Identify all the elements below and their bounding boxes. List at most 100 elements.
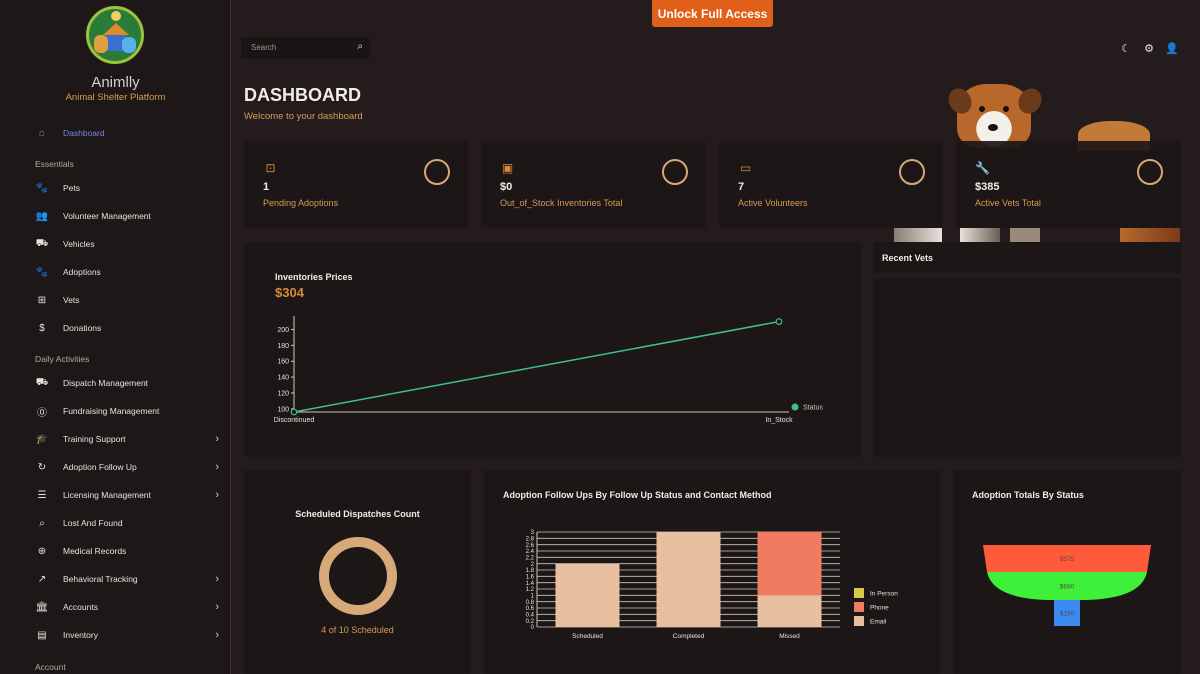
- dog-image: [960, 228, 1000, 242]
- progress-ring: [899, 159, 925, 185]
- archive-icon: ▤: [37, 629, 47, 641]
- animlly-logo[interactable]: [86, 6, 144, 64]
- recent-vets-list: [873, 278, 1181, 457]
- dark-mode-icon[interactable]: ☾: [1119, 41, 1133, 55]
- sidebar-item-label: Dispatch Management: [63, 378, 149, 388]
- bar-segment: [757, 595, 822, 627]
- legend-label: In Person: [870, 591, 898, 598]
- funnel-label: $150: [1060, 611, 1075, 618]
- sidebar-item-behavioral-tracking[interactable]: ↗ Behavioral Tracking ›: [35, 569, 225, 589]
- y-tick-label: 3: [531, 530, 535, 536]
- x-tick-label: Discontinued: [274, 417, 315, 424]
- y-tick-label: 1.2: [526, 587, 535, 593]
- unlock-full-access-button[interactable]: Unlock Full Access: [652, 0, 773, 27]
- stat-label: Active Vets Total: [975, 198, 1041, 208]
- sidebar-item-dispatch-management[interactable]: ⛟ Dispatch Management: [35, 373, 225, 393]
- sidebar-item-fundraising-management[interactable]: ⓪ Fundraising Management: [35, 401, 225, 421]
- legend-label: Email: [870, 619, 887, 626]
- user-icon[interactable]: 👤: [1165, 41, 1179, 55]
- paw-icon: 🐾: [35, 266, 49, 278]
- progress-ring: [1137, 159, 1163, 185]
- sidebar-item-label: Inventory: [63, 630, 98, 640]
- dog-eye: [979, 106, 985, 112]
- stat-label: Pending Adoptions: [263, 198, 339, 208]
- logo-roof: [103, 23, 129, 35]
- funnel-label: $575: [1060, 556, 1075, 563]
- y-tick-label: 0.2: [526, 619, 535, 625]
- sidebar-item-label: Training Support: [63, 434, 126, 444]
- sidebar-item-inventory[interactable]: ▤ Inventory ›: [35, 625, 225, 645]
- search-input[interactable]: Search ⌕: [241, 37, 370, 59]
- progress-ring: [424, 159, 450, 185]
- y-tick-label: 0: [531, 625, 535, 631]
- stat-value: $0: [500, 181, 513, 193]
- money-icon: ▣: [501, 160, 514, 175]
- truck-icon: ⛟: [35, 376, 49, 388]
- sidebar-item-vets[interactable]: ⊞ Vets: [35, 290, 225, 310]
- gear-icon[interactable]: ⚙: [1142, 41, 1156, 55]
- sidebar-item-label: Dashboard: [63, 128, 105, 138]
- recent-vets-header: Recent Vets: [873, 242, 1181, 273]
- stat-value: 1: [263, 181, 270, 193]
- dog-image: [1010, 228, 1040, 242]
- search-icon[interactable]: ⌕: [357, 41, 363, 52]
- people-icon: 👥: [35, 210, 49, 222]
- data-point: [775, 318, 783, 325]
- stat-card-active-vets[interactable]: 🔧 $385 Active Vets Total: [956, 141, 1181, 228]
- sidebar-item-label: Donations: [63, 323, 102, 333]
- bar-segment: [555, 563, 620, 627]
- sidebar-item-adoption-follow-up[interactable]: ↻ Adoption Follow Up ›: [35, 457, 225, 477]
- sidebar-item-accounts[interactable]: 🏛 Accounts ›: [35, 597, 225, 617]
- logo-cat: [122, 37, 136, 53]
- sidebar-item-pets[interactable]: 🐾 Pets: [35, 178, 225, 198]
- data-point: [290, 408, 298, 416]
- dog-ear: [1013, 84, 1047, 118]
- refresh-icon: ↻: [37, 461, 47, 473]
- sidebar-item-adoptions[interactable]: 🐾 Adoptions: [35, 262, 225, 282]
- stacked-bar-chart: 00.20.40.60.811.21.41.61.822.22.42.62.83…: [526, 530, 899, 640]
- sidebar-item-label: Vehicles: [63, 239, 95, 249]
- home-icon: ⌂: [38, 127, 46, 139]
- dog-image: [1120, 228, 1180, 242]
- sidebar-item-training-support[interactable]: 🎓 Training Support ›: [35, 429, 225, 449]
- sidebar-item-medical-records[interactable]: ⊕ Medical Records: [35, 541, 225, 561]
- sidebar-item-donations[interactable]: $ Donations: [35, 318, 225, 338]
- medical-bag-icon: ⊕: [37, 545, 47, 557]
- sidebar-item-lost-and-found[interactable]: ⌕ Lost And Found: [35, 513, 225, 533]
- sidebar-item-vehicles[interactable]: ⛟ Vehicles: [35, 234, 225, 254]
- y-tick-label: 2.6: [526, 543, 535, 549]
- y-tick-label: 140: [277, 375, 289, 382]
- stat-card-out-of-stock[interactable]: ▣ $0 Out_of_Stock Inventories Total: [481, 141, 706, 228]
- wrench-icon: 🔧: [975, 160, 990, 175]
- coin-icon: ⓪: [37, 407, 47, 419]
- bar-segment: [656, 532, 721, 627]
- stat-card-active-volunteers[interactable]: ▭ 7 Active Volunteers: [719, 141, 943, 228]
- scheduled-dispatches-card: Scheduled Dispatches Count 4 of 10 Sched…: [244, 470, 471, 674]
- y-tick-label: 180: [277, 343, 289, 350]
- stat-card-pending-adoptions[interactable]: ⊡ 1 Pending Adoptions: [244, 141, 468, 228]
- series-line: [293, 320, 780, 413]
- line-chart: 100 120 140 160 180 200 Discontinued In_Stock St…: [274, 316, 823, 424]
- search-document-icon: ⌕: [39, 517, 45, 529]
- y-tick-label: 1: [531, 594, 535, 600]
- legend-swatch: [854, 588, 864, 598]
- y-tick-label: 200: [277, 327, 289, 334]
- dog-image: [943, 84, 1047, 148]
- sidebar-item-label: Lost And Found: [63, 518, 123, 528]
- sidebar-item-label: Behavioral Tracking: [63, 574, 138, 584]
- sidebar-item-label: Licensing Management: [63, 490, 151, 500]
- recent-vets-title: Recent Vets: [882, 253, 934, 263]
- donut-ring: [319, 537, 397, 615]
- dispatch-caption: 4 of 10 Scheduled: [321, 625, 394, 635]
- document-icon: ☰: [37, 489, 47, 501]
- trend-icon: ↗: [37, 573, 47, 585]
- sidebar-item-label: Fundraising Management: [63, 406, 160, 416]
- stat-value: 7: [738, 181, 745, 193]
- sidebar-item-volunteer-management[interactable]: 👥 Volunteer Management: [35, 206, 225, 226]
- stat-label: Active Volunteers: [738, 198, 808, 208]
- sidebar-item-licensing-management[interactable]: ☰ Licensing Management ›: [35, 485, 225, 505]
- sidebar-item-dashboard[interactable]: ⌂ Dashboard: [35, 123, 225, 143]
- dog-nose: [988, 124, 998, 131]
- page-subtitle: Welcome to your dashboard: [244, 111, 363, 122]
- y-tick-label: 1.4: [526, 581, 535, 587]
